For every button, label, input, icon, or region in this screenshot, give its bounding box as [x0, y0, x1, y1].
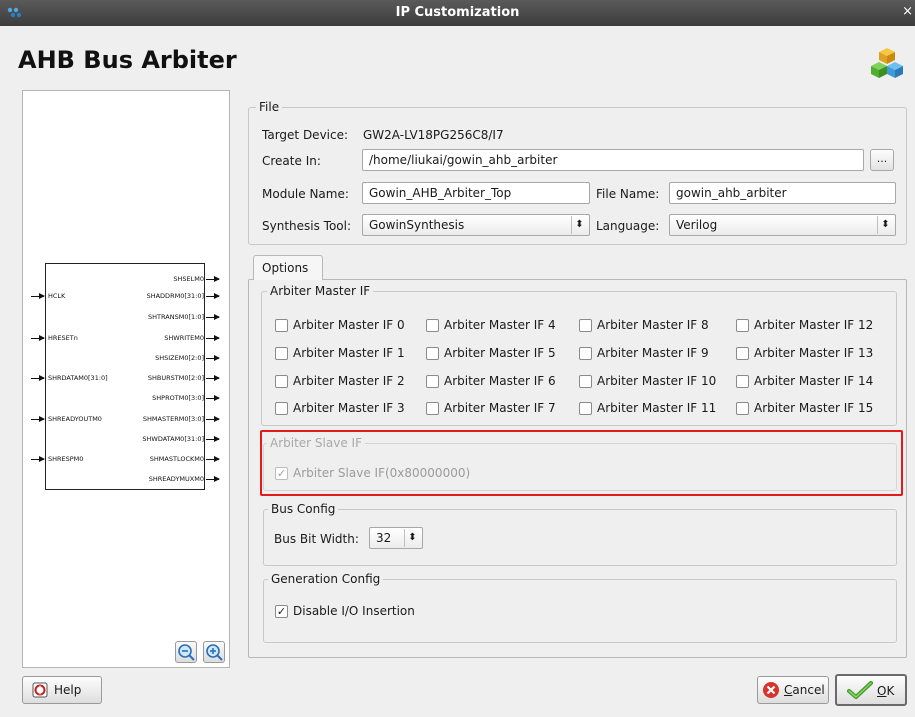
- file-group-label: File: [256, 100, 283, 114]
- language-label: Language:: [596, 219, 660, 233]
- checkbox-box: ✓: [275, 605, 288, 618]
- synthesis-tool-label: Synthesis Tool:: [262, 219, 352, 233]
- port-label-left: SHRDATAM0[31:0]: [48, 374, 108, 382]
- bus-bit-width-value: 32: [376, 531, 392, 545]
- cancel-label: Cancel: [784, 683, 825, 697]
- checkbox-box: [736, 319, 749, 332]
- port-arrow: [206, 276, 220, 282]
- zoom-out-button[interactable]: [175, 641, 197, 663]
- help-button[interactable]: Help: [22, 676, 102, 704]
- checkbox-box: [579, 319, 592, 332]
- port-arrow: [31, 456, 45, 462]
- combo-arrows-icon: ⬍: [877, 216, 893, 234]
- port-arrow: [206, 436, 220, 442]
- bus-bit-width-spinner[interactable]: 32 ⬍: [369, 527, 423, 549]
- zoom-in-icon: [206, 644, 223, 661]
- port-arrow: [206, 355, 220, 361]
- port-arrow: [206, 456, 220, 462]
- port-label-right: SHMASTERM0[3:0]: [142, 415, 204, 423]
- port-arrow: [206, 416, 220, 422]
- language-select[interactable]: Verilog ⬍: [669, 214, 896, 236]
- target-device-value: GW2A-LV18PG256C8/I7: [363, 128, 504, 142]
- spinner-arrows-icon: ⬍: [404, 529, 420, 547]
- page-title: AHB Bus Arbiter: [18, 46, 237, 74]
- generation-config-group-label: Generation Config: [268, 572, 384, 586]
- checkbox-box: [579, 402, 592, 415]
- browse-button[interactable]: ...: [870, 149, 894, 171]
- port-label-right: SHWDATAM0[31:0]: [142, 435, 204, 443]
- tab-options[interactable]: Options: [253, 255, 323, 280]
- checkbox-box: [275, 375, 288, 388]
- port-label-left: SHREADYOUTM0: [48, 415, 102, 423]
- port-arrow: [206, 335, 220, 341]
- checkbox-box: [736, 347, 749, 360]
- synthesis-tool-value: GowinSynthesis: [369, 218, 465, 232]
- highlight-annotation: [260, 430, 903, 496]
- target-device-label: Target Device:: [262, 128, 349, 142]
- zoom-in-button[interactable]: [203, 641, 225, 663]
- checkbox-box: [275, 319, 288, 332]
- port-label-right: SHWRITEM0: [164, 334, 204, 342]
- port-label-right: SHADDRM0[31:0]: [146, 292, 204, 300]
- cancel-icon: [763, 682, 779, 698]
- port-label-right: SHPROTM0[3:0]: [152, 394, 204, 402]
- port-label-left: SHRESPM0: [48, 455, 84, 463]
- checkbox-box: [736, 375, 749, 388]
- port-arrow: [206, 476, 220, 482]
- port-arrow: [206, 375, 220, 381]
- cancel-button[interactable]: Cancel: [757, 676, 829, 704]
- bus-bit-width-label: Bus Bit Width:: [274, 532, 359, 546]
- help-label: Help: [54, 683, 82, 697]
- port-label-right: SHTRANSM0[1:0]: [148, 313, 204, 321]
- title-bar: IP Customization ×: [0, 0, 915, 26]
- port-arrow: [206, 314, 220, 320]
- checkbox-box: [275, 347, 288, 360]
- file-name-field[interactable]: gowin_ahb_arbiter: [669, 182, 896, 204]
- synthesis-tool-select[interactable]: GowinSynthesis ⬍: [362, 214, 590, 236]
- ok-check-icon: [847, 681, 873, 699]
- port-label-left: HRESETn: [48, 334, 78, 342]
- ok-button[interactable]: OK: [835, 674, 907, 706]
- port-label-left: HCLK: [48, 292, 66, 300]
- checkbox-box: [275, 402, 288, 415]
- module-name-label: Module Name:: [262, 187, 349, 201]
- port-arrow: [31, 335, 45, 341]
- create-in-field[interactable]: /home/liukai/gowin_ahb_arbiter: [362, 149, 864, 171]
- bus-config-group-label: Bus Config: [268, 502, 339, 516]
- combo-arrows-icon: ⬍: [571, 216, 587, 234]
- checkbox-box: [579, 375, 592, 388]
- port-label-right: SHSIZEM0[2:0]: [155, 354, 204, 362]
- port-label-right: SHBURSTM0[2:0]: [147, 374, 204, 382]
- checkbox-box: [426, 402, 439, 415]
- file-name-label: File Name:: [596, 187, 660, 201]
- port-arrow: [31, 375, 45, 381]
- zoom-out-icon: [178, 644, 195, 661]
- checkbox-box: [426, 375, 439, 388]
- language-value: Verilog: [676, 218, 718, 232]
- ok-label: OK: [877, 684, 895, 698]
- port-arrow: [31, 416, 45, 422]
- checkbox-box: [736, 402, 749, 415]
- close-icon[interactable]: ×: [902, 4, 913, 19]
- checkbox-box: [579, 347, 592, 360]
- port-arrow: [206, 395, 220, 401]
- port-arrow: [31, 293, 45, 299]
- help-icon: [32, 682, 48, 698]
- port-label-right: SHREADYMUXM0: [148, 475, 204, 483]
- port-label-right: SHSELM0: [173, 275, 204, 283]
- window-title: IP Customization: [395, 5, 520, 20]
- checkbox-box: [426, 319, 439, 332]
- port-label-right: SHMASTLOCKM0: [149, 455, 204, 463]
- create-in-label: Create In:: [262, 154, 321, 168]
- port-arrow: [206, 293, 220, 299]
- arbiter-master-group-label: Arbiter Master IF: [267, 284, 374, 298]
- ip-cubes-icon: [871, 48, 903, 78]
- module-name-field[interactable]: Gowin_AHB_Arbiter_Top: [362, 182, 590, 204]
- checkbox-box: [426, 347, 439, 360]
